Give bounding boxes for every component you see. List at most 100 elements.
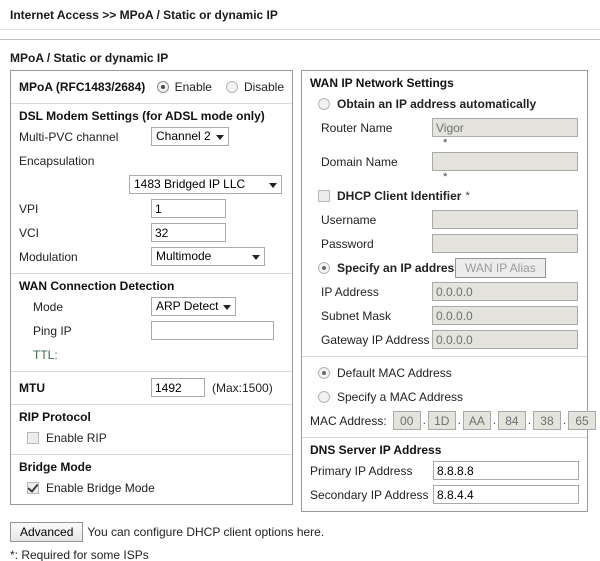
password-label: Password <box>321 236 374 251</box>
rip-title: RIP Protocol <box>19 410 91 424</box>
modulation-select[interactable]: Multimode <box>151 247 265 266</box>
mac-octet-6[interactable] <box>568 411 597 430</box>
vpi-input[interactable] <box>151 199 226 218</box>
modulation-row: Modulation Multimode <box>19 246 284 267</box>
detection-mode-row: Mode ARP Detect <box>19 296 284 317</box>
mpoa-disable-radio[interactable] <box>225 80 238 93</box>
ping-ip-input[interactable] <box>151 321 274 340</box>
dhcp-client-identifier-star: * <box>465 189 470 202</box>
vci-input[interactable] <box>151 223 226 242</box>
wan-ip-section: WAN IP Network Settings Obtain an IP add… <box>302 71 587 356</box>
domain-name-input[interactable] <box>432 152 578 171</box>
obtain-auto-row: Obtain an IP address automatically <box>310 93 579 114</box>
secondary-dns-label: Secondary IP Address <box>310 487 429 502</box>
detection-mode-label: Mode <box>33 299 64 314</box>
ip-address-row: IP Address <box>310 281 579 302</box>
mac-octet-5[interactable] <box>532 411 561 430</box>
mpoa-enable-label: Enable <box>174 79 212 94</box>
mac-octet-2[interactable] <box>427 411 456 430</box>
bridge-mode-section: Bridge Mode Enable Bridge Mode <box>11 454 292 504</box>
username-row: Username <box>310 209 579 230</box>
detection-mode-value: ARP Detect <box>156 299 219 313</box>
encapsulation-select[interactable]: 1483 Bridged IP LLC <box>129 175 282 194</box>
enable-rip-checkbox[interactable] <box>27 431 39 444</box>
password-input[interactable] <box>432 234 578 253</box>
secondary-dns-row: Secondary IP Address <box>310 484 579 505</box>
rip-protocol-section: RIP Protocol Enable RIP <box>11 404 292 454</box>
detection-mode-select[interactable]: ARP Detect <box>151 297 237 316</box>
breadcrumb-text: Internet Access >> MPoA / Static or dyna… <box>10 8 278 22</box>
router-name-required-star: * <box>443 137 448 149</box>
vci-label: VCI <box>19 225 40 240</box>
required-isp-note: *: Required for some ISPs <box>10 548 149 561</box>
primary-dns-input[interactable] <box>433 461 579 480</box>
bridge-mode-title: Bridge Mode <box>19 460 92 474</box>
modulation-value: Multimode <box>156 249 212 263</box>
secondary-dns-input[interactable] <box>433 485 579 504</box>
dns-server-title: DNS Server IP Address <box>310 443 442 457</box>
enable-bridge-mode-checkbox[interactable] <box>27 481 39 494</box>
obtain-ip-automatically-label: Obtain an IP address automatically <box>337 96 537 111</box>
specify-ip-address-radio[interactable] <box>318 261 330 274</box>
vci-row: VCI <box>19 222 284 243</box>
dhcp-client-identifier-row: DHCP Client Identifier * <box>310 185 579 206</box>
password-row: Password <box>310 233 579 254</box>
advanced-button[interactable]: Advanced <box>10 522 84 542</box>
enable-bridge-mode-label: Enable Bridge Mode <box>46 480 155 495</box>
specify-mac-address-label: Specify a MAC Address <box>337 389 464 404</box>
default-mac-address-label: Default MAC Address <box>337 365 452 380</box>
breadcrumb: Internet Access >> MPoA / Static or dyna… <box>0 0 600 30</box>
primary-dns-row: Primary IP Address <box>310 460 579 481</box>
multi-pvc-row: Multi-PVC channel Channel 2 <box>19 126 284 147</box>
advanced-row: Advanced You can configure DHCP client o… <box>10 522 590 542</box>
subnet-mask-input[interactable] <box>432 306 578 325</box>
mtu-max-note: (Max:1500) <box>212 380 273 395</box>
domain-name-label: Domain Name <box>321 154 398 169</box>
wan-ip-alias-button[interactable]: WAN IP Alias <box>455 257 546 278</box>
mac-octet-4[interactable] <box>497 411 526 430</box>
mac-separator: . <box>457 414 461 427</box>
obtain-ip-automatically-radio[interactable] <box>318 97 330 110</box>
wan-detection-title: WAN Connection Detection <box>19 279 175 293</box>
subnet-mask-row: Subnet Mask <box>310 305 579 326</box>
page-title: MPoA / Static or dynamic IP <box>10 51 169 65</box>
mtu-input[interactable] <box>151 378 205 397</box>
mpoa-disable-label: Disable <box>243 79 284 94</box>
mac-separator: . <box>422 414 426 427</box>
wan-ip-title: WAN IP Network Settings <box>310 76 454 90</box>
mac-address-row: MAC Address: . . . . . <box>310 410 597 431</box>
primary-dns-label: Primary IP Address <box>310 463 413 478</box>
gateway-ip-input[interactable] <box>432 330 578 349</box>
ping-ip-row: Ping IP <box>19 320 284 341</box>
multi-pvc-label: Multi-PVC channel <box>19 129 119 144</box>
mac-separator: . <box>492 414 496 427</box>
mtu-section: MTU (Max:1500) <box>11 371 292 404</box>
mpoa-settings-panel: MPoA (RFC1483/2684) Enable Disable DSL M… <box>10 70 293 505</box>
enable-rip-label: Enable RIP <box>46 430 107 445</box>
mac-octet-3[interactable] <box>462 411 491 430</box>
router-name-label: Router Name <box>321 120 393 135</box>
advanced-note: You can configure DHCP client options he… <box>87 525 325 539</box>
username-input[interactable] <box>432 210 578 229</box>
encapsulation-value: 1483 Bridged IP LLC <box>134 177 246 191</box>
multi-pvc-select[interactable]: Channel 2 <box>151 127 229 146</box>
default-mac-row: Default MAC Address <box>310 362 579 383</box>
specify-mac-address-radio[interactable] <box>318 390 330 403</box>
mac-address-section: Default MAC Address Specify a MAC Addres… <box>302 356 597 437</box>
wan-ip-network-settings-panel: WAN IP Network Settings Obtain an IP add… <box>301 70 597 512</box>
default-mac-address-radio[interactable] <box>318 366 330 379</box>
mpoa-enable-radio[interactable] <box>156 80 169 93</box>
dsl-modem-title: DSL Modem Settings (for ADSL mode only) <box>19 109 265 123</box>
mac-octet-1[interactable] <box>392 411 421 430</box>
domain-name-row: Domain Name <box>310 151 579 172</box>
router-name-input[interactable] <box>432 118 578 137</box>
ip-address-label: IP Address <box>321 284 379 299</box>
router-name-row: Router Name <box>310 117 579 138</box>
dns-server-section: DNS Server IP Address Primary IP Address… <box>302 437 587 511</box>
ip-address-input[interactable] <box>432 282 578 301</box>
chevron-down-icon <box>269 182 277 188</box>
ttl-label: TTL: <box>33 347 58 362</box>
dhcp-client-identifier-checkbox[interactable] <box>318 189 330 202</box>
specify-ip-address-label: Specify an IP address <box>337 260 461 275</box>
domain-name-required-star: * <box>443 171 448 183</box>
